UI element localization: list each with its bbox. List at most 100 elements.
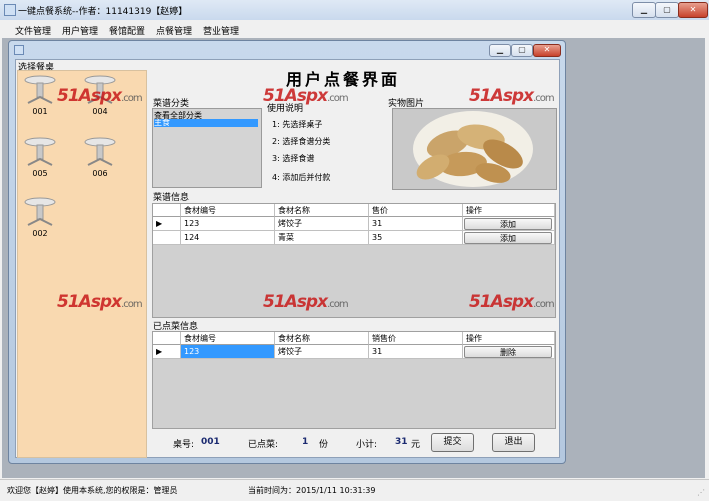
minimize-button[interactable]: ▁ — [632, 2, 656, 18]
table-number-value: 001 — [201, 437, 220, 447]
watermark-brand: 51Aspx — [57, 292, 122, 312]
watermark-logo: 51Aspx.com — [469, 292, 555, 312]
table-cell-selected[interactable]: 123 — [181, 345, 275, 359]
grid-corner-header — [153, 332, 181, 345]
exit-button[interactable]: 退出 — [492, 433, 535, 452]
action-cell: 添加 — [463, 231, 555, 245]
column-header[interactable]: 操作 — [463, 204, 555, 217]
instruction-line: 4: 添加后并付款 — [272, 173, 331, 182]
food-photo — [392, 108, 557, 190]
menu-restaurant-config[interactable]: 餐馆配置 — [109, 24, 145, 37]
column-header[interactable]: 食材名称 — [275, 332, 369, 345]
ordered-count-label: 已点菜: — [248, 440, 279, 450]
column-header[interactable]: 售价 — [369, 204, 463, 217]
watermark-logo: 51Aspx.com — [57, 86, 143, 106]
app-icon — [4, 4, 16, 16]
table-label: 006 — [92, 169, 108, 178]
watermark-domain: .com — [327, 93, 349, 104]
table-item[interactable]: 006 — [84, 137, 116, 178]
table-cell[interactable]: 124 — [181, 231, 275, 245]
tables-panel: 001 004 005 006 002 — [17, 70, 147, 458]
order-window-client: 选择餐桌 001 004 005 006 002 用户点餐界面 菜谱分类 查看全… — [15, 59, 560, 458]
submit-button[interactable]: 提交 — [431, 433, 474, 452]
menu-business[interactable]: 营业管理 — [203, 24, 239, 37]
table-icon — [84, 137, 116, 166]
watermark-domain: .com — [533, 93, 555, 104]
menu-user[interactable]: 用户管理 — [62, 24, 98, 37]
child-window-icon — [14, 45, 24, 55]
watermark-domain: .com — [327, 299, 349, 310]
resize-grip-icon[interactable]: ⋰ — [697, 488, 705, 497]
watermark-brand: 51Aspx — [57, 86, 122, 106]
table-number-label: 桌号: — [173, 440, 195, 450]
window-titlebar: 一键点餐系统--作者：11141319【赵婷】 ▁ ▢ ✕ — [0, 0, 709, 21]
instruction-line: 1: 先选择桌子 — [272, 120, 323, 129]
watermark-logo: 51Aspx.com — [263, 86, 349, 106]
table-label: 002 — [32, 229, 48, 238]
grid-corner-header — [153, 204, 181, 217]
action-cell: 删除 — [463, 345, 555, 359]
table-cell[interactable]: 烤饺子 — [275, 217, 369, 231]
watermark-brand: 51Aspx — [263, 86, 328, 106]
instruction-line: 3: 选择食谱 — [272, 154, 315, 163]
watermark-brand: 51Aspx — [263, 292, 328, 312]
add-button[interactable]: 添加 — [464, 218, 552, 230]
currency-unit: 元 — [411, 440, 421, 450]
watermark-logo: 51Aspx.com — [469, 86, 555, 106]
maximize-button[interactable]: ▢ — [655, 2, 679, 18]
menu-info-group-title: 菜谱信息 — [152, 190, 191, 203]
table-cell[interactable]: 青菜 — [275, 231, 369, 245]
delete-button[interactable]: 删除 — [464, 346, 552, 358]
menu-file[interactable]: 文件管理 — [15, 24, 51, 37]
table-item[interactable]: 001 — [24, 75, 56, 116]
statusbar: 欢迎您【赵婷】使用本系统,您的权限是：管理员 当前时间为：2015/1/11 1… — [0, 479, 709, 501]
close-button[interactable]: ✕ — [678, 2, 708, 18]
table-icon — [24, 75, 56, 104]
row-header[interactable] — [153, 231, 181, 245]
table-item[interactable]: 002 — [24, 197, 56, 238]
subtotal-label: 小计: — [356, 440, 378, 450]
row-header-current[interactable]: ▶ — [153, 345, 181, 359]
table-cell[interactable]: 31 — [369, 217, 463, 231]
watermark-domain: .com — [121, 93, 143, 104]
table-item[interactable]: 005 — [24, 137, 56, 178]
add-button[interactable]: 添加 — [464, 232, 552, 244]
status-welcome: 欢迎您【赵婷】使用本系统,您的权限是：管理员 — [7, 486, 178, 495]
child-minimize-button[interactable]: ▁ — [489, 44, 511, 57]
table-cell[interactable]: 31 — [369, 345, 463, 359]
table-label: 004 — [92, 107, 108, 116]
table-icon — [24, 137, 56, 166]
instruction-line: 2: 选择食谱分类 — [272, 137, 331, 146]
child-close-button[interactable]: ✕ — [533, 44, 561, 57]
window-title: 一键点餐系统--作者：11141319【赵婷】 — [18, 7, 188, 17]
subtotal-value: 31 — [395, 437, 408, 447]
child-maximize-button[interactable]: ▢ — [511, 44, 533, 57]
ordered-count-value: 1 — [302, 437, 309, 447]
column-header[interactable]: 食材编号 — [181, 332, 275, 345]
table-cell[interactable]: 烤饺子 — [275, 345, 369, 359]
watermark-domain: .com — [533, 299, 555, 310]
count-unit: 份 — [319, 440, 329, 450]
menu-order[interactable]: 点餐管理 — [156, 24, 192, 37]
table-label: 005 — [32, 169, 48, 178]
column-header[interactable]: 操作 — [463, 332, 555, 345]
table-cell[interactable]: 123 — [181, 217, 275, 231]
table-label: 001 — [32, 107, 48, 116]
watermark-brand: 51Aspx — [469, 292, 534, 312]
row-header-current[interactable]: ▶ — [153, 217, 181, 231]
table-cell[interactable]: 35 — [369, 231, 463, 245]
watermark-logo: 51Aspx.com — [57, 292, 143, 312]
action-cell: 添加 — [463, 217, 555, 231]
status-time: 当前时间为：2015/1/11 10:31:39 — [248, 486, 376, 495]
category-list[interactable]: 查看全部分类 主食 — [152, 108, 262, 188]
category-item-selected[interactable]: 主食 — [154, 119, 258, 127]
menubar: 文件管理 用户管理 餐馆配置 点餐管理 营业管理 — [0, 20, 709, 38]
watermark-domain: .com — [121, 299, 143, 310]
dumpling-image — [413, 111, 533, 187]
column-header[interactable]: 食材编号 — [181, 204, 275, 217]
column-header[interactable]: 销售价 — [369, 332, 463, 345]
watermark-logo: 51Aspx.com — [263, 292, 349, 312]
ordered-grid[interactable]: 食材编号 食材名称 销售价 操作 ▶ 123 烤饺子 31 删除 — [152, 331, 556, 429]
column-header[interactable]: 食材名称 — [275, 204, 369, 217]
table-icon — [24, 197, 56, 226]
